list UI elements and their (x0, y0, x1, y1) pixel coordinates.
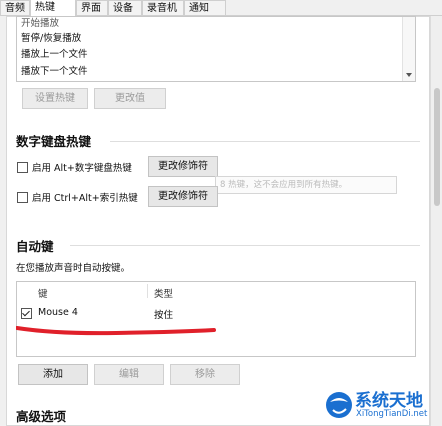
alt-numpad-checkbox[interactable] (17, 162, 28, 173)
set-hotkey-button[interactable]: 设置热键 (22, 88, 88, 109)
tab-recorder[interactable]: 录音机 (142, 0, 184, 15)
red-underline-annotation (16, 326, 216, 336)
add-button[interactable]: 添加 (18, 364, 88, 385)
alt-modifier-button[interactable]: 更改修饰符 (148, 156, 218, 177)
ctrl-modifier-button[interactable]: 更改修饰符 (148, 186, 218, 207)
autokey-enabled-checkbox[interactable] (21, 308, 32, 319)
tab-bar: 音频 热键 界面 设备 录音机 通知 (0, 0, 442, 16)
column-separator (147, 284, 148, 298)
tab-interface[interactable]: 界面 (76, 0, 108, 15)
tab-hotkeys[interactable]: 热键 (30, 0, 76, 16)
autokey-key-cell: Mouse 4 (38, 307, 78, 318)
ctrl-alt-index-checkbox[interactable] (17, 192, 28, 203)
globe-icon (326, 392, 352, 418)
scrollbar-thumb[interactable] (434, 88, 440, 206)
alt-numpad-label: 启用 Alt+数字键盘热键 (32, 163, 132, 174)
list-item[interactable]: 播放上一个文件 (21, 46, 88, 60)
advanced-options-title: 高级选项 (16, 409, 67, 424)
list-item[interactable]: 开始播放 (21, 15, 59, 29)
watermark-title: 系统天地 (355, 391, 423, 411)
change-value-button[interactable]: 更改值 (94, 88, 166, 109)
divider (110, 141, 420, 142)
autokey-title: 自动键 (16, 239, 54, 254)
panel-scrollbar[interactable] (430, 16, 442, 426)
list-item[interactable]: 暂停/恢复播放 (21, 30, 81, 44)
list-item[interactable]: 播放下一个文件 (21, 63, 88, 77)
numpad-hotkeys-title: 数字键盘热键 (16, 134, 92, 149)
watermark-url: XiTongTianDi.net (356, 409, 428, 419)
autokey-type-cell: 按住 (154, 310, 174, 321)
watermark-logo: 系统天地 XiTongTianDi.net (324, 386, 442, 426)
column-header-key[interactable]: 键 (38, 286, 48, 300)
tooltip: 8 热键，这不会应用到所有热键。 (215, 176, 397, 194)
tab-devices[interactable]: 设备 (108, 0, 142, 15)
chevron-down-icon[interactable] (406, 73, 412, 77)
ctrl-alt-index-label: 启用 Ctrl+Alt+索引热键 (32, 193, 138, 204)
ctrl-alt-index-checkbox-row[interactable]: 启用 Ctrl+Alt+索引热键 (17, 190, 138, 204)
alt-numpad-checkbox-row[interactable]: 启用 Alt+数字键盘热键 (17, 160, 132, 174)
edit-button[interactable]: 编辑 (94, 364, 164, 385)
divider (70, 245, 420, 246)
list-scrollbar[interactable] (402, 17, 415, 81)
autokey-table[interactable]: 键 类型 Mouse 4 按住 (16, 281, 416, 357)
table-row[interactable]: Mouse 4 按住 (17, 306, 415, 322)
column-header-type[interactable]: 类型 (154, 286, 173, 300)
tab-audio[interactable]: 音频 (0, 0, 30, 15)
hotkey-list[interactable]: 开始播放 暂停/恢复播放 播放上一个文件 播放下一个文件 (16, 16, 416, 82)
autokey-description: 在您播放声音时自动按键。 (16, 263, 131, 274)
remove-button[interactable]: 移除 (170, 364, 240, 385)
tab-notifications[interactable]: 通知 (184, 0, 226, 15)
